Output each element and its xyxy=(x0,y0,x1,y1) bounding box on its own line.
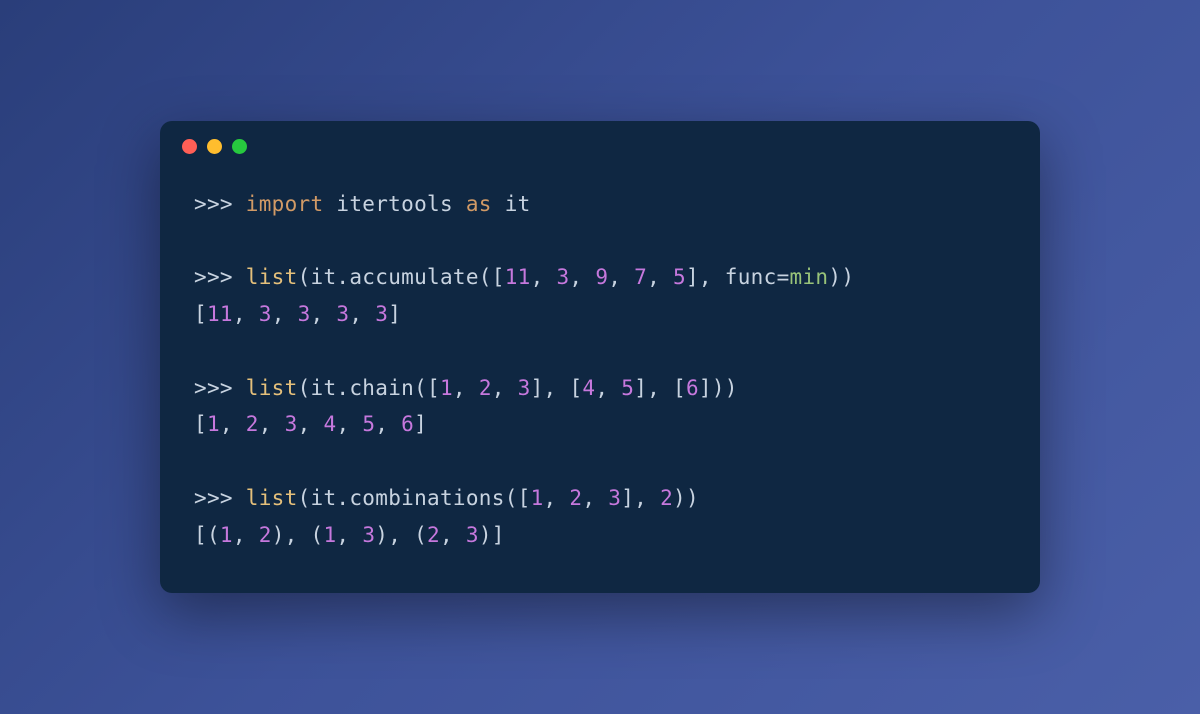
code-line-combinations: >>> list(it.combinations([1, 2, 3], 2)) xyxy=(194,480,1006,517)
alias: it xyxy=(505,192,531,216)
output-chain: [1, 2, 3, 4, 5, 6] xyxy=(194,406,1006,443)
builtin-list: list xyxy=(246,376,298,400)
prompt: >>> xyxy=(194,192,246,216)
prompt: >>> xyxy=(194,265,246,289)
code-line-import: >>> import itertools as it xyxy=(194,186,1006,223)
blank-line xyxy=(194,333,1006,370)
code-line-accumulate: >>> list(it.accumulate([11, 3, 9, 7, 5],… xyxy=(194,259,1006,296)
method-accumulate: accumulate xyxy=(349,265,478,289)
code-line-chain: >>> list(it.chain([1, 2, 3], [4, 5], [6]… xyxy=(194,370,1006,407)
titlebar xyxy=(160,121,1040,162)
minimize-icon[interactable] xyxy=(207,139,222,154)
blank-line xyxy=(194,443,1006,480)
keyword-as: as xyxy=(466,192,492,216)
arg-min: min xyxy=(790,265,829,289)
terminal-content: >>> import itertools as it >>> list(it.a… xyxy=(160,162,1040,594)
builtin-list: list xyxy=(246,486,298,510)
keyword-import: import xyxy=(246,192,324,216)
close-icon[interactable] xyxy=(182,139,197,154)
method-chain: chain xyxy=(349,376,414,400)
method-combinations: combinations xyxy=(349,486,504,510)
terminal-window: >>> import itertools as it >>> list(it.a… xyxy=(160,121,1040,594)
maximize-icon[interactable] xyxy=(232,139,247,154)
module-name: itertools xyxy=(336,192,453,216)
builtin-list: list xyxy=(246,265,298,289)
prompt: >>> xyxy=(194,486,246,510)
output-combinations: [(1, 2), (1, 3), (2, 3)] xyxy=(194,517,1006,554)
output-accumulate: [11, 3, 3, 3, 3] xyxy=(194,296,1006,333)
blank-line xyxy=(194,223,1006,260)
prompt: >>> xyxy=(194,376,246,400)
